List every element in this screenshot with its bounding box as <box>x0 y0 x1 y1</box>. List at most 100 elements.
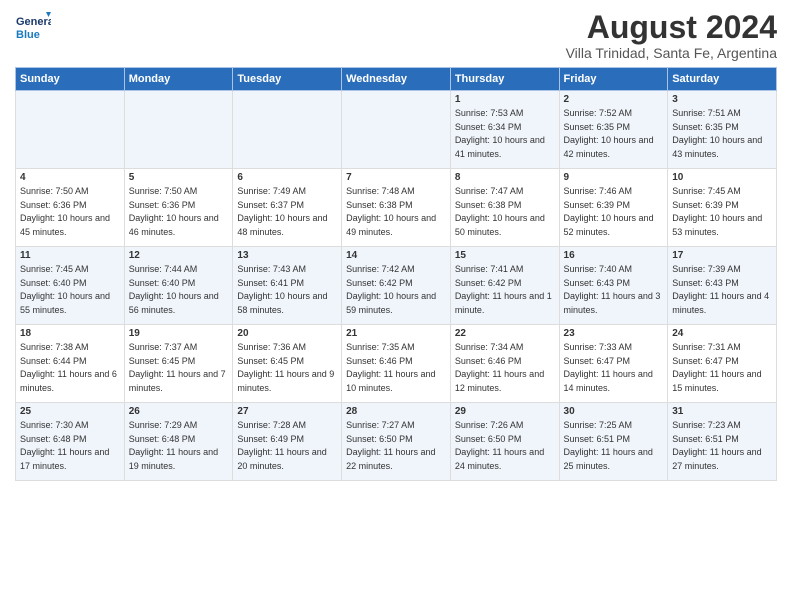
day-info: Sunrise: 7:44 AM Sunset: 6:40 PM Dayligh… <box>129 263 229 317</box>
day-cell: 21 Sunrise: 7:35 AM Sunset: 6:46 PM Dayli… <box>342 325 451 403</box>
day-info: Sunrise: 7:27 AM Sunset: 6:50 PM Dayligh… <box>346 419 446 473</box>
day-info: Sunrise: 7:50 AM Sunset: 6:36 PM Dayligh… <box>20 185 120 239</box>
day-cell <box>16 91 125 169</box>
day-number: 3 <box>672 94 772 105</box>
day-info: Sunrise: 7:39 AM Sunset: 6:43 PM Dayligh… <box>672 263 772 317</box>
day-number: 27 <box>237 406 337 417</box>
day-info: Sunrise: 7:25 AM Sunset: 6:51 PM Dayligh… <box>564 419 664 473</box>
day-cell: 3 Sunrise: 7:51 AM Sunset: 6:35 PM Daylig… <box>668 91 777 169</box>
day-cell: 24Sunrise: 7:31 AM Sunset: 6:47 PM Dayli… <box>668 325 777 403</box>
svg-text:General: General <box>16 16 51 28</box>
col-header-wednesday: Wednesday <box>342 68 451 91</box>
day-cell: 10Sunrise: 7:45 AM Sunset: 6:39 PM Dayli… <box>668 169 777 247</box>
day-number: 7 <box>346 172 446 183</box>
day-number: 31 <box>672 406 772 417</box>
day-cell: 18 Sunrise: 7:38 AM Sunset: 6:44 PM Dayli… <box>16 325 125 403</box>
day-cell: 28 Sunrise: 7:27 AM Sunset: 6:50 PM Dayli… <box>342 403 451 481</box>
day-cell: 8Sunrise: 7:47 AM Sunset: 6:38 PM Daylig… <box>450 169 559 247</box>
day-cell: 22Sunrise: 7:34 AM Sunset: 6:46 PM Dayli… <box>450 325 559 403</box>
day-info: Sunrise: 7:42 AM Sunset: 6:42 PM Dayligh… <box>346 263 446 317</box>
day-number: 13 <box>237 250 337 261</box>
day-number: 1 <box>455 94 555 105</box>
day-number: 9 <box>564 172 664 183</box>
day-number: 4 <box>20 172 120 183</box>
day-info: Sunrise: 7:30 AM Sunset: 6:48 PM Dayligh… <box>20 419 120 473</box>
day-info: Sunrise: 7:35 AM Sunset: 6:46 PM Dayligh… <box>346 341 446 395</box>
day-cell: 31 Sunrise: 7:23 AM Sunset: 6:51 PM Dayli… <box>668 403 777 481</box>
col-header-sunday: Sunday <box>16 68 125 91</box>
day-info: Sunrise: 7:23 AM Sunset: 6:51 PM Dayligh… <box>672 419 772 473</box>
day-number: 5 <box>129 172 229 183</box>
header-row: SundayMondayTuesdayWednesdayThursdayFrid… <box>16 68 777 91</box>
day-number: 23 <box>564 328 664 339</box>
day-info: Sunrise: 7:26 AM Sunset: 6:50 PM Dayligh… <box>455 419 555 473</box>
day-cell: 11 Sunrise: 7:45 AM Sunset: 6:40 PM Dayli… <box>16 247 125 325</box>
day-number: 22 <box>455 328 555 339</box>
day-info: Sunrise: 7:43 AM Sunset: 6:41 PM Dayligh… <box>237 263 337 317</box>
day-cell: 7 Sunrise: 7:48 AM Sunset: 6:38 PM Daylig… <box>342 169 451 247</box>
day-number: 26 <box>129 406 229 417</box>
day-cell: 17Sunrise: 7:39 AM Sunset: 6:43 PM Dayli… <box>668 247 777 325</box>
day-number: 24 <box>672 328 772 339</box>
col-header-tuesday: Tuesday <box>233 68 342 91</box>
day-info: Sunrise: 7:50 AM Sunset: 6:36 PM Dayligh… <box>129 185 229 239</box>
day-number: 25 <box>20 406 120 417</box>
day-cell: 23 Sunrise: 7:33 AM Sunset: 6:47 PM Dayli… <box>559 325 668 403</box>
day-number: 11 <box>20 250 120 261</box>
day-info: Sunrise: 7:48 AM Sunset: 6:38 PM Dayligh… <box>346 185 446 239</box>
day-number: 16 <box>564 250 664 261</box>
week-row-1: 1Sunrise: 7:53 AM Sunset: 6:34 PM Daylig… <box>16 91 777 169</box>
page-container: General Blue August 2024 Villa Trinidad,… <box>0 0 792 489</box>
day-info: Sunrise: 7:46 AM Sunset: 6:39 PM Dayligh… <box>564 185 664 239</box>
day-info: Sunrise: 7:45 AM Sunset: 6:40 PM Dayligh… <box>20 263 120 317</box>
week-row-3: 11 Sunrise: 7:45 AM Sunset: 6:40 PM Dayli… <box>16 247 777 325</box>
day-number: 20 <box>237 328 337 339</box>
day-cell: 16 Sunrise: 7:40 AM Sunset: 6:43 PM Dayli… <box>559 247 668 325</box>
svg-text:Blue: Blue <box>16 29 40 41</box>
day-info: Sunrise: 7:52 AM Sunset: 6:35 PM Dayligh… <box>564 107 664 161</box>
header: General Blue August 2024 Villa Trinidad,… <box>15 10 777 61</box>
day-info: Sunrise: 7:28 AM Sunset: 6:49 PM Dayligh… <box>237 419 337 473</box>
day-info: Sunrise: 7:29 AM Sunset: 6:48 PM Dayligh… <box>129 419 229 473</box>
day-cell: 14 Sunrise: 7:42 AM Sunset: 6:42 PM Dayli… <box>342 247 451 325</box>
col-header-saturday: Saturday <box>668 68 777 91</box>
day-number: 10 <box>672 172 772 183</box>
week-row-4: 18 Sunrise: 7:38 AM Sunset: 6:44 PM Dayli… <box>16 325 777 403</box>
day-number: 12 <box>129 250 229 261</box>
day-number: 30 <box>564 406 664 417</box>
day-cell <box>342 91 451 169</box>
day-info: Sunrise: 7:47 AM Sunset: 6:38 PM Dayligh… <box>455 185 555 239</box>
logo: General Blue <box>15 10 51 46</box>
day-number: 18 <box>20 328 120 339</box>
day-number: 14 <box>346 250 446 261</box>
day-cell: 2Sunrise: 7:52 AM Sunset: 6:35 PM Daylig… <box>559 91 668 169</box>
col-header-thursday: Thursday <box>450 68 559 91</box>
day-info: Sunrise: 7:51 AM Sunset: 6:35 PM Dayligh… <box>672 107 772 161</box>
day-cell: 6Sunrise: 7:49 AM Sunset: 6:37 PM Daylig… <box>233 169 342 247</box>
day-cell: 5 Sunrise: 7:50 AM Sunset: 6:36 PM Daylig… <box>124 169 233 247</box>
subtitle: Villa Trinidad, Santa Fe, Argentina <box>566 45 777 61</box>
day-info: Sunrise: 7:40 AM Sunset: 6:43 PM Dayligh… <box>564 263 664 317</box>
day-info: Sunrise: 7:37 AM Sunset: 6:45 PM Dayligh… <box>129 341 229 395</box>
day-info: Sunrise: 7:36 AM Sunset: 6:45 PM Dayligh… <box>237 341 337 395</box>
day-cell: 15Sunrise: 7:41 AM Sunset: 6:42 PM Dayli… <box>450 247 559 325</box>
day-cell: 9 Sunrise: 7:46 AM Sunset: 6:39 PM Daylig… <box>559 169 668 247</box>
main-title: August 2024 <box>566 10 777 45</box>
day-info: Sunrise: 7:33 AM Sunset: 6:47 PM Dayligh… <box>564 341 664 395</box>
day-cell: 27 Sunrise: 7:28 AM Sunset: 6:49 PM Dayli… <box>233 403 342 481</box>
week-row-5: 25 Sunrise: 7:30 AM Sunset: 6:48 PM Dayli… <box>16 403 777 481</box>
week-row-2: 4 Sunrise: 7:50 AM Sunset: 6:36 PM Daylig… <box>16 169 777 247</box>
day-number: 28 <box>346 406 446 417</box>
day-cell: 19 Sunrise: 7:37 AM Sunset: 6:45 PM Dayli… <box>124 325 233 403</box>
col-header-friday: Friday <box>559 68 668 91</box>
day-number: 19 <box>129 328 229 339</box>
day-cell: 20 Sunrise: 7:36 AM Sunset: 6:45 PM Dayli… <box>233 325 342 403</box>
day-cell: 12 Sunrise: 7:44 AM Sunset: 6:40 PM Dayli… <box>124 247 233 325</box>
title-section: August 2024 Villa Trinidad, Santa Fe, Ar… <box>566 10 777 61</box>
day-number: 21 <box>346 328 446 339</box>
col-header-monday: Monday <box>124 68 233 91</box>
day-number: 29 <box>455 406 555 417</box>
day-cell: 29 Sunrise: 7:26 AM Sunset: 6:50 PM Dayli… <box>450 403 559 481</box>
day-info: Sunrise: 7:49 AM Sunset: 6:37 PM Dayligh… <box>237 185 337 239</box>
day-info: Sunrise: 7:38 AM Sunset: 6:44 PM Dayligh… <box>20 341 120 395</box>
